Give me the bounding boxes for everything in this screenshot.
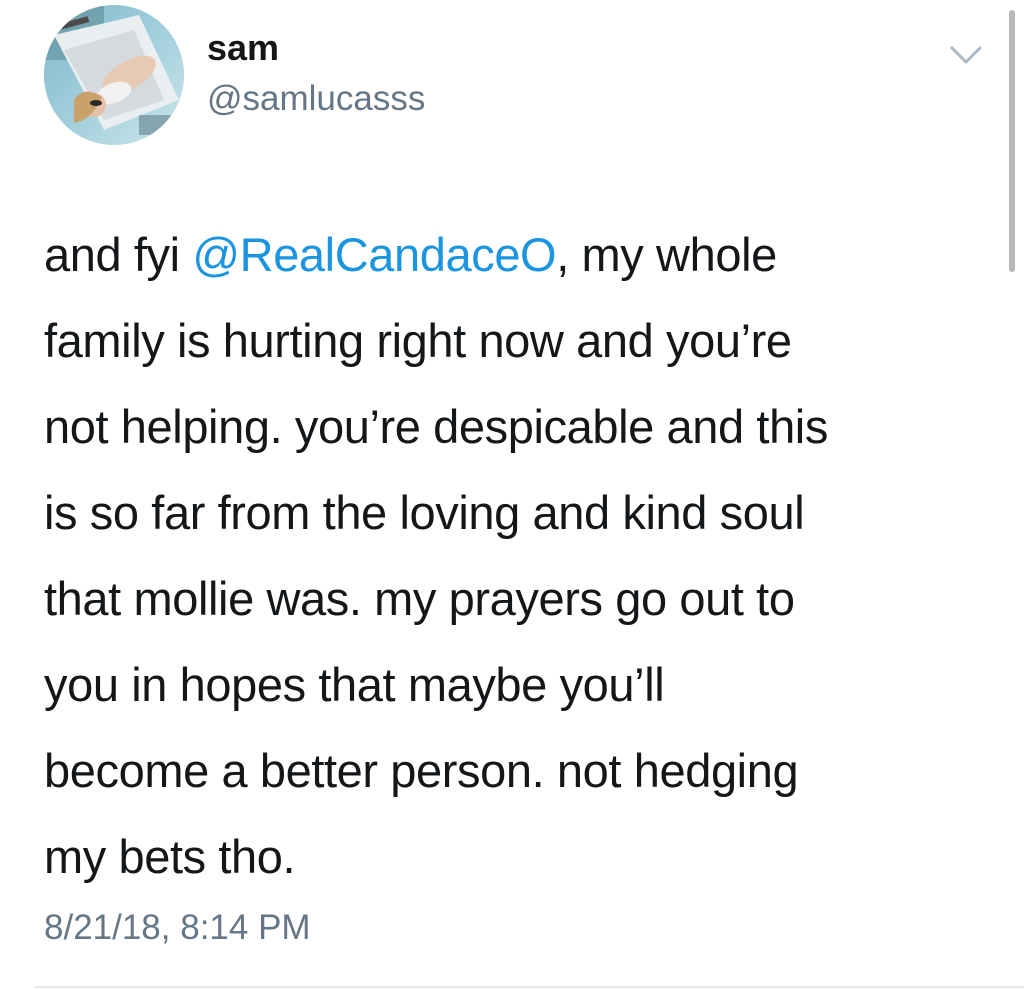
scrollbar[interactable]	[1009, 10, 1015, 272]
user-handle[interactable]: @samlucasss	[207, 75, 425, 123]
avatar[interactable]	[44, 5, 184, 145]
tweet-text-line: and fyi @RealCandaceO, my whole	[44, 212, 989, 298]
tweet-text-line: is so far from the loving and kind soul	[44, 486, 805, 539]
tweet-card: sam @samlucasss and fyi @RealCandaceO, m…	[0, 0, 1024, 989]
tweet-text-line: my bets tho.	[44, 830, 296, 883]
tweet-text-line: you in hopes that maybe you’ll	[44, 658, 665, 711]
mention-link[interactable]: @RealCandaceO	[192, 228, 556, 281]
tweet-text-segment: and fyi	[44, 228, 193, 281]
avatar-photo	[44, 5, 184, 145]
tweet-text-line: family is hurting right now and you’re	[44, 314, 792, 367]
tweet-text-segment: , my whole	[556, 228, 777, 281]
tweet-text-line: become a better person. not hedging	[44, 744, 799, 797]
tweet-text-line: not helping. you’re despicable and this	[44, 400, 828, 453]
tweet-text-line: that mollie was. my prayers go out to	[44, 572, 795, 625]
tweet-menu-button[interactable]	[946, 40, 986, 70]
tweet-text: and fyi @RealCandaceO, my whole family i…	[44, 212, 989, 900]
chevron-down-icon	[950, 46, 982, 64]
display-name[interactable]: sam	[207, 24, 279, 72]
divider	[34, 986, 1024, 988]
tweet-timestamp[interactable]: 8/21/18, 8:14 PM	[44, 904, 311, 952]
